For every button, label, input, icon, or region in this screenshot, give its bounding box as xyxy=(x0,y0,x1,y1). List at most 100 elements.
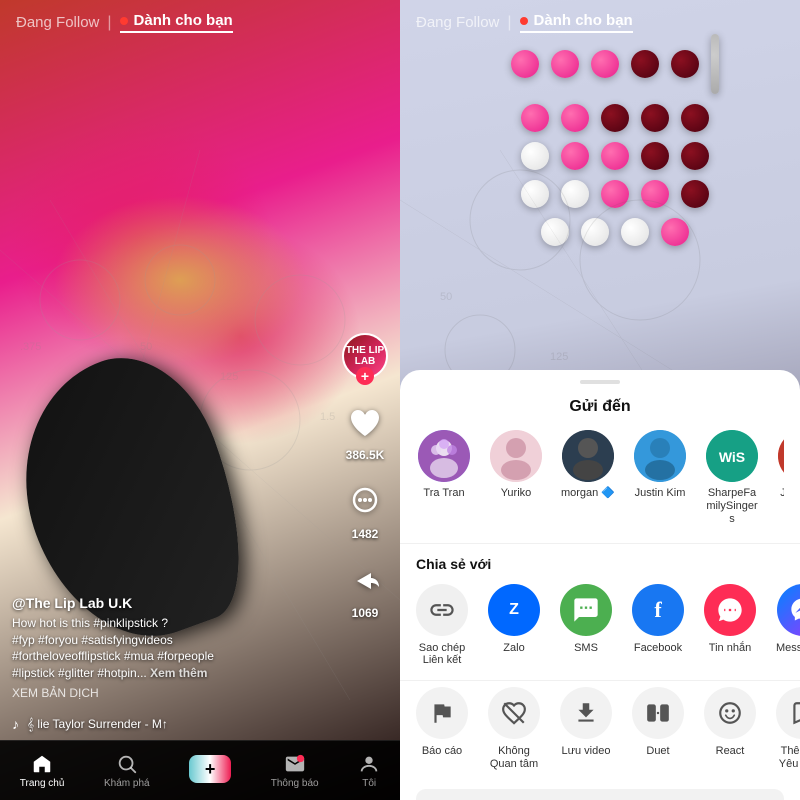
share-copy-link[interactable]: Sao chépLiên kết xyxy=(416,584,468,666)
following-tab[interactable]: Đang Follow xyxy=(16,14,99,31)
creator-username[interactable]: @The Lip Lab U.K xyxy=(12,595,330,611)
share-messenger[interactable]: Messeng... xyxy=(776,584,800,666)
foryou-tab[interactable]: Dành cho bạn xyxy=(120,12,233,33)
contact-avatar xyxy=(490,430,542,482)
share-count: 1069 xyxy=(352,606,379,620)
duet-icon-svg xyxy=(645,700,671,726)
contact-name: morgan 🔷 xyxy=(561,487,615,500)
like-button[interactable]: 386.5K xyxy=(343,401,387,462)
svg-text:125: 125 xyxy=(550,351,568,363)
nav-home[interactable]: Trang chủ xyxy=(20,753,65,789)
contact-item[interactable]: Justin Vib xyxy=(776,430,784,527)
facebook-icon: f xyxy=(632,584,684,636)
share-bottom-sheet: Gửi đến xyxy=(400,370,800,800)
svg-text:1.5: 1.5 xyxy=(320,411,335,423)
comment-icon-circle xyxy=(343,480,387,524)
nav-home-label: Trang chủ xyxy=(20,778,65,789)
action-row: Báo cáo KhôngQuan tâm L xyxy=(400,685,800,785)
share-button[interactable]: 1069 xyxy=(343,559,387,620)
nav-profile[interactable]: Tôi xyxy=(358,753,380,789)
share-section-label: Chia sẻ với xyxy=(400,548,800,584)
creator-avatar-container[interactable]: THE LIP LAB + xyxy=(342,333,388,379)
bottom-navigation: Trang chủ Khám phá Thông báo Tôi xyxy=(0,740,400,800)
home-icon xyxy=(31,753,53,775)
create-plus-button[interactable] xyxy=(189,755,231,783)
live-dot-right xyxy=(520,17,528,25)
message-label: Tin nhắn xyxy=(709,642,751,654)
contact-avatar: WiS xyxy=(706,430,758,482)
save-video-icon xyxy=(560,687,612,739)
right-sidebar: THE LIP LAB + 386.5K 1482 xyxy=(342,333,388,620)
contact-item[interactable]: WiS SharpeFamilySingers xyxy=(704,430,760,527)
contact-avatar xyxy=(562,430,614,482)
contact-avatar xyxy=(418,430,470,482)
top-navigation-right: Đang Follow | Dành cho bạn xyxy=(400,0,800,45)
inbox-icon xyxy=(284,753,306,775)
action-save-video[interactable]: Lưu video xyxy=(560,687,612,771)
contact-name: SharpeFamilySingers xyxy=(704,487,760,527)
like-icon-circle xyxy=(343,401,387,445)
share-zalo[interactable]: Z Zalo xyxy=(488,584,540,666)
action-react[interactable]: React xyxy=(704,687,756,771)
share-facebook[interactable]: f Facebook xyxy=(632,584,684,666)
cancel-button[interactable]: Hủy xyxy=(416,789,784,800)
duet-icon xyxy=(632,687,684,739)
tiktok-message-icon xyxy=(716,596,744,624)
contacts-section: Tra Tran Yuriko xyxy=(400,430,800,543)
like-count: 386.5K xyxy=(346,448,385,462)
add-favorite-label: Thêm vềYêu thích xyxy=(779,745,800,771)
copy-link-icon xyxy=(428,596,456,624)
music-bar: ♪ 𝄞 lie Taylor Surrender - M↑ xyxy=(12,716,388,732)
contact-item[interactable]: Justin Kim xyxy=(632,430,688,527)
contacts-row: Tra Tran Yuriko xyxy=(416,430,784,531)
bookmark-icon xyxy=(789,700,800,726)
link-icon xyxy=(416,584,468,636)
nav-search-label: Khám phá xyxy=(104,778,150,789)
comment-button[interactable]: 1482 xyxy=(343,480,387,541)
svg-text:50: 50 xyxy=(440,291,452,303)
contact-avatar xyxy=(778,430,784,482)
share-message[interactable]: Tin nhắn xyxy=(704,584,756,666)
contact-avatar-img xyxy=(634,430,686,482)
nav-inbox[interactable]: Thông báo xyxy=(271,753,319,789)
heart-off-icon xyxy=(501,700,527,726)
nav-search[interactable]: Khám phá xyxy=(104,753,150,789)
contact-name: Tra Tran xyxy=(423,487,464,500)
contact-item[interactable]: morgan 🔷 xyxy=(560,430,616,527)
translate-button[interactable]: XEM BẢN DỊCH xyxy=(12,686,330,700)
contact-item[interactable]: Tra Tran xyxy=(416,430,472,527)
react-icon xyxy=(704,687,756,739)
nav-create[interactable] xyxy=(189,755,231,786)
contact-name: Yuriko xyxy=(501,487,532,500)
sms-label: SMS xyxy=(574,642,598,654)
action-not-interested[interactable]: KhôngQuan tâm xyxy=(488,687,540,771)
contact-avatar-img: WiS xyxy=(706,430,758,482)
action-report[interactable]: Báo cáo xyxy=(416,687,468,771)
zalo-label: Zalo xyxy=(503,642,524,654)
share-icon-circle xyxy=(343,559,387,603)
action-add-favorite[interactable]: Thêm vềYêu thích xyxy=(776,687,800,771)
left-video-panel: 25 50 125 .375 1.5 75 Đang Follow | Dành… xyxy=(0,0,400,800)
contact-avatar-img xyxy=(778,430,784,482)
foryou-tab-right[interactable]: Dành cho bạn xyxy=(520,12,633,33)
svg-text:WiS: WiS xyxy=(719,449,745,465)
sheet-drag-handle xyxy=(580,380,620,384)
divider-2 xyxy=(400,680,800,681)
contact-avatar-img xyxy=(418,430,470,482)
zalo-icon: Z xyxy=(488,584,540,636)
report-icon xyxy=(416,687,468,739)
share-options-row: Sao chépLiên kết Z Zalo SMS xyxy=(400,584,800,680)
contact-avatar-img xyxy=(562,430,614,482)
following-tab-right[interactable]: Đang Follow xyxy=(416,14,499,31)
action-duet[interactable]: Duet xyxy=(632,687,684,771)
messenger-icon xyxy=(777,584,800,636)
divider xyxy=(400,543,800,544)
follow-plus-badge[interactable]: + xyxy=(356,367,374,385)
share-sms[interactable]: SMS xyxy=(560,584,612,666)
see-more-button[interactable]: Xem thêm xyxy=(150,666,207,680)
message-icon xyxy=(704,584,756,636)
sms-bubble-icon xyxy=(572,596,600,624)
contact-item[interactable]: Yuriko xyxy=(488,430,544,527)
flag-icon xyxy=(429,700,455,726)
add-favorite-icon xyxy=(776,687,800,739)
